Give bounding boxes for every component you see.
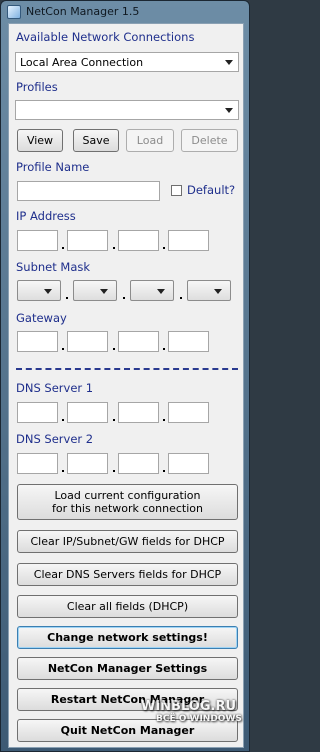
dns2-octet-3[interactable] bbox=[118, 453, 159, 474]
dot-separator bbox=[163, 419, 165, 421]
profiles-select[interactable] bbox=[15, 100, 239, 120]
clear-dns-fields-button[interactable]: Clear DNS Servers fields for DHCP bbox=[17, 563, 238, 586]
chevron-down-icon bbox=[100, 289, 108, 294]
change-network-settings-button[interactable]: Change network settings! bbox=[17, 626, 238, 649]
ip-octet-1[interactable] bbox=[17, 230, 58, 251]
ip-octet-2[interactable] bbox=[67, 230, 108, 251]
chevron-down-icon bbox=[225, 108, 233, 113]
dot-separator bbox=[123, 297, 125, 299]
chevron-down-icon bbox=[225, 60, 233, 65]
ip-octet-4[interactable] bbox=[168, 230, 209, 251]
dns2-octet-4[interactable] bbox=[168, 453, 209, 474]
default-checkbox-label: Default? bbox=[187, 183, 236, 197]
gateway-octet-4[interactable] bbox=[168, 331, 209, 352]
default-checkbox[interactable] bbox=[171, 185, 182, 196]
window-title: NetCon Manager 1.5 bbox=[26, 5, 140, 18]
dot-separator bbox=[113, 348, 115, 350]
subnet-octet-4[interactable] bbox=[187, 280, 231, 301]
ip-address-label: IP Address bbox=[16, 209, 76, 223]
dot-separator bbox=[163, 247, 165, 249]
save-button[interactable]: Save bbox=[73, 129, 119, 152]
profile-name-label: Profile Name bbox=[16, 160, 90, 174]
profiles-label: Profiles bbox=[16, 80, 58, 94]
network-app-icon bbox=[7, 5, 21, 19]
gateway-label: Gateway bbox=[16, 311, 67, 325]
subnet-octet-2[interactable] bbox=[73, 280, 117, 301]
dot-separator bbox=[163, 470, 165, 472]
dot-separator bbox=[62, 348, 64, 350]
title-bar[interactable]: NetCon Manager 1.5 bbox=[1, 1, 249, 23]
connection-select-value: Local Area Connection bbox=[20, 56, 144, 69]
load-current-config-line1: Load current configuration bbox=[54, 489, 201, 502]
watermark-subtitle: ВСЁ О WINDOWS bbox=[156, 714, 242, 724]
dot-separator bbox=[180, 297, 182, 299]
subnet-octet-3[interactable] bbox=[130, 280, 174, 301]
dns-server-2-label: DNS Server 2 bbox=[16, 432, 94, 446]
dns1-octet-2[interactable] bbox=[67, 402, 108, 423]
subnet-octet-1[interactable] bbox=[17, 280, 61, 301]
connection-select[interactable]: Local Area Connection bbox=[15, 52, 239, 72]
watermark-site: WINBLOG.RU bbox=[141, 699, 237, 714]
chevron-down-icon bbox=[44, 289, 52, 294]
dot-separator bbox=[62, 247, 64, 249]
dns1-octet-4[interactable] bbox=[168, 402, 209, 423]
dns1-octet-3[interactable] bbox=[118, 402, 159, 423]
dns2-octet-2[interactable] bbox=[67, 453, 108, 474]
delete-button[interactable]: Delete bbox=[181, 129, 238, 152]
dot-separator bbox=[113, 419, 115, 421]
clear-ip-fields-button[interactable]: Clear IP/Subnet/GW fields for DHCP bbox=[17, 530, 238, 553]
gateway-octet-1[interactable] bbox=[17, 331, 58, 352]
dot-separator bbox=[62, 419, 64, 421]
dot-separator bbox=[62, 470, 64, 472]
dot-separator bbox=[113, 470, 115, 472]
dot-separator bbox=[163, 348, 165, 350]
dot-separator bbox=[66, 297, 68, 299]
profile-name-input[interactable] bbox=[17, 181, 160, 201]
chevron-down-icon bbox=[214, 289, 222, 294]
dns-server-1-label: DNS Server 1 bbox=[16, 381, 94, 395]
subnet-mask-label: Subnet Mask bbox=[16, 260, 91, 274]
dns2-octet-1[interactable] bbox=[17, 453, 58, 474]
ip-octet-3[interactable] bbox=[118, 230, 159, 251]
app-window: NetCon Manager 1.5 Available Network Con… bbox=[0, 0, 250, 752]
gateway-octet-2[interactable] bbox=[67, 331, 108, 352]
clear-all-fields-button[interactable]: Clear all fields (DHCP) bbox=[17, 595, 238, 618]
settings-button[interactable]: NetCon Manager Settings bbox=[17, 657, 238, 680]
dns1-octet-1[interactable] bbox=[17, 402, 58, 423]
client-area: Available Network Connections Local Area… bbox=[8, 23, 244, 748]
load-current-config-button[interactable]: Load current configuration for this netw… bbox=[17, 484, 238, 520]
load-button[interactable]: Load bbox=[126, 129, 174, 152]
gateway-octet-3[interactable] bbox=[118, 331, 159, 352]
available-connections-label: Available Network Connections bbox=[16, 30, 195, 44]
watermark: WINBLOG.RU ВСЁ О WINDOWS bbox=[96, 699, 246, 739]
chevron-down-icon bbox=[157, 289, 165, 294]
section-divider bbox=[16, 368, 238, 370]
view-button[interactable]: View bbox=[17, 129, 63, 152]
dot-separator bbox=[113, 247, 115, 249]
load-current-config-line2: for this network connection bbox=[52, 502, 203, 515]
